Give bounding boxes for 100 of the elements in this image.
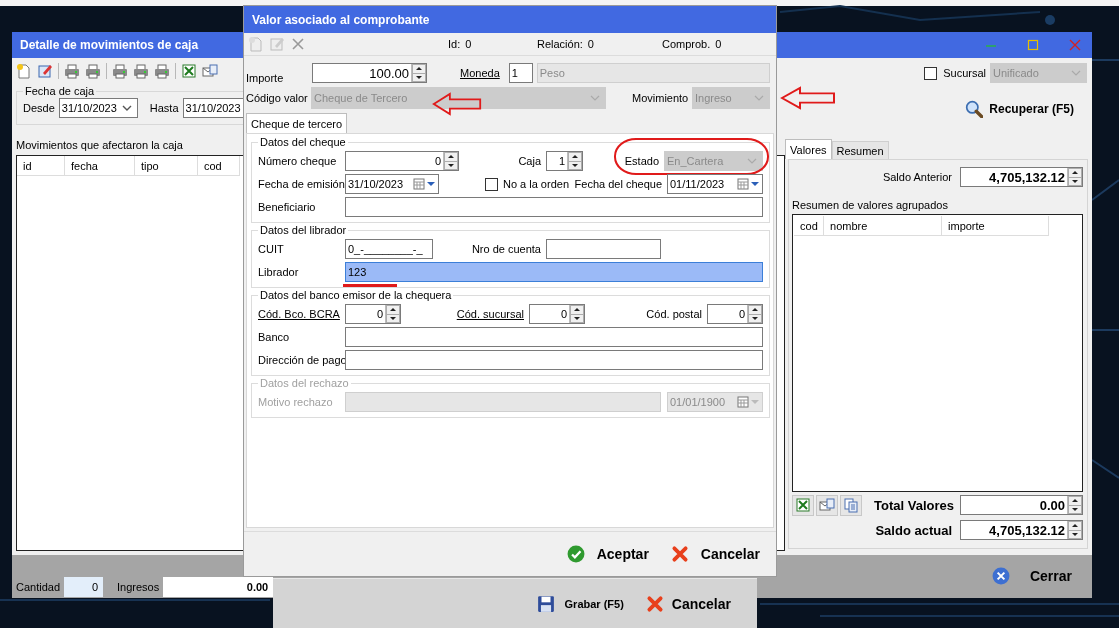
count-field[interactable]: 0 bbox=[64, 577, 104, 597]
annotation-arrow bbox=[432, 92, 482, 116]
spinner-control[interactable] bbox=[1067, 496, 1082, 514]
spinner-control[interactable] bbox=[569, 305, 584, 323]
group-title: Datos del librador bbox=[259, 224, 348, 236]
field-label: Motivo rechazo bbox=[258, 396, 334, 408]
save-button[interactable]: Grabar (F5) bbox=[532, 592, 628, 615]
field-label: Nro de cuenta bbox=[471, 243, 541, 255]
checkbox-label[interactable]: No a la orden bbox=[502, 178, 569, 190]
number-field[interactable]: 0 bbox=[345, 304, 401, 324]
section-label: Movimientos que afectaron la caja bbox=[16, 139, 183, 153]
column-header[interactable]: fecha bbox=[65, 156, 135, 176]
printer-icon[interactable] bbox=[85, 63, 101, 79]
tab[interactable]: Valores bbox=[785, 139, 832, 159]
field-label: Estado bbox=[624, 155, 659, 167]
field-label: Saldo Anterior bbox=[882, 171, 952, 183]
column-header[interactable]: tipo bbox=[135, 156, 198, 176]
text-field[interactable]: 0_-________-_ bbox=[345, 239, 433, 259]
close-icon bbox=[991, 567, 1010, 585]
recover-button[interactable]: Recuperar (F5) bbox=[961, 98, 1078, 120]
annotation-underline bbox=[343, 284, 397, 287]
amount-field[interactable]: 0.00 bbox=[163, 577, 274, 597]
text-field[interactable] bbox=[345, 327, 763, 347]
column-header[interactable]: cod bbox=[794, 216, 825, 236]
field-label: Beneficiario bbox=[258, 201, 317, 213]
field-label: Desde bbox=[23, 102, 55, 114]
number-field[interactable]: 0 bbox=[707, 304, 763, 324]
tab[interactable]: Resumen bbox=[831, 141, 889, 159]
number-field[interactable]: 100.00 bbox=[312, 63, 427, 83]
number-field[interactable]: 4,705,132.12 bbox=[960, 520, 1083, 540]
spinner-control[interactable] bbox=[1067, 168, 1082, 186]
text-field[interactable] bbox=[345, 350, 763, 370]
mail-button[interactable] bbox=[816, 494, 839, 516]
field-label: Número cheque bbox=[258, 155, 338, 167]
spinner-control[interactable] bbox=[747, 305, 762, 323]
text-field[interactable] bbox=[546, 239, 661, 259]
edit-icon[interactable] bbox=[37, 63, 53, 79]
total-label: Saldo actual bbox=[875, 522, 952, 538]
group-title: Datos del rechazo bbox=[259, 377, 350, 389]
calendar-icon bbox=[737, 396, 749, 408]
ok-button[interactable]: Aceptar bbox=[562, 543, 653, 565]
checkbox[interactable] bbox=[924, 66, 938, 80]
number-field[interactable]: 0 bbox=[345, 151, 459, 171]
tab[interactable]: Cheque de tercero bbox=[246, 113, 348, 133]
window-title: Detalle de movimientos de caja bbox=[20, 38, 199, 52]
copy-button[interactable] bbox=[840, 494, 863, 516]
checkbox-label[interactable]: Sucursal bbox=[943, 67, 986, 79]
spreadsheet-icon bbox=[795, 497, 812, 513]
x-icon[interactable] bbox=[290, 36, 306, 52]
info-label: Relación: bbox=[537, 38, 583, 50]
info-label: Comprob. bbox=[662, 38, 711, 50]
date-field[interactable]: 31/10/2023 bbox=[58, 98, 138, 118]
spinner-control[interactable] bbox=[1067, 521, 1082, 539]
caret-icon bbox=[426, 179, 436, 189]
field-link[interactable]: Cód. sucursal bbox=[456, 308, 524, 320]
spreadsheet-icon[interactable] bbox=[181, 63, 197, 79]
field-label: Ingresos bbox=[117, 581, 160, 593]
total-label: Total Valores bbox=[874, 497, 954, 513]
column-header[interactable]: nombre bbox=[824, 216, 943, 236]
date-field[interactable]: 01/11/2023 bbox=[667, 174, 763, 194]
date-field[interactable]: 31/10/2023 bbox=[182, 98, 245, 118]
save-icon bbox=[536, 594, 555, 613]
column-header[interactable]: id bbox=[17, 156, 65, 176]
spinner-control[interactable] bbox=[385, 305, 400, 323]
spinner-control[interactable] bbox=[567, 152, 582, 170]
number-field[interactable]: 0 bbox=[529, 304, 585, 324]
printer-icon[interactable] bbox=[133, 63, 149, 79]
printer-icon[interactable] bbox=[64, 63, 80, 79]
checkbox[interactable] bbox=[484, 177, 498, 191]
printer-icon[interactable] bbox=[154, 63, 170, 79]
search-icon bbox=[965, 100, 984, 118]
cancel-button[interactable]: Cancelar bbox=[641, 592, 735, 615]
text-field[interactable] bbox=[345, 197, 763, 217]
cancel-button[interactable]: Cancelar bbox=[666, 543, 764, 565]
spinner-control[interactable] bbox=[411, 64, 426, 82]
spreadsheet-button[interactable] bbox=[792, 494, 815, 516]
info-value: 0 bbox=[465, 38, 472, 50]
column-header[interactable]: importe bbox=[942, 216, 1050, 236]
close-button[interactable]: Cerrar bbox=[987, 565, 1076, 587]
number-field[interactable]: 4,705,132.12 bbox=[960, 167, 1083, 187]
maximize-icon[interactable] bbox=[1026, 38, 1040, 52]
info-value: 0 bbox=[715, 38, 722, 50]
window-title: Valor asociado al comprobante bbox=[252, 12, 430, 27]
mail-icon[interactable] bbox=[202, 63, 218, 79]
text-field[interactable]: 123 bbox=[345, 262, 763, 282]
section-label: Resumen de valores agrupados bbox=[792, 199, 948, 213]
cancel-icon bbox=[670, 545, 689, 563]
printer-icon[interactable] bbox=[112, 63, 128, 79]
check-icon bbox=[566, 545, 585, 563]
field-label: Código valor bbox=[246, 92, 309, 104]
group-title: Datos del banco emisor de la chequera bbox=[259, 289, 453, 301]
column-header[interactable]: cod bbox=[198, 156, 240, 176]
field-link[interactable]: Cód. Bco. BCRA bbox=[258, 308, 345, 320]
field-label: Cantidad bbox=[16, 581, 61, 593]
mail-icon bbox=[819, 497, 836, 513]
number-field[interactable]: 0.00 bbox=[960, 495, 1083, 515]
number-field[interactable]: 1 bbox=[546, 151, 583, 171]
spinner-control[interactable] bbox=[443, 152, 458, 170]
caret-icon bbox=[750, 397, 760, 407]
date-field[interactable]: 31/10/2023 bbox=[345, 174, 439, 194]
